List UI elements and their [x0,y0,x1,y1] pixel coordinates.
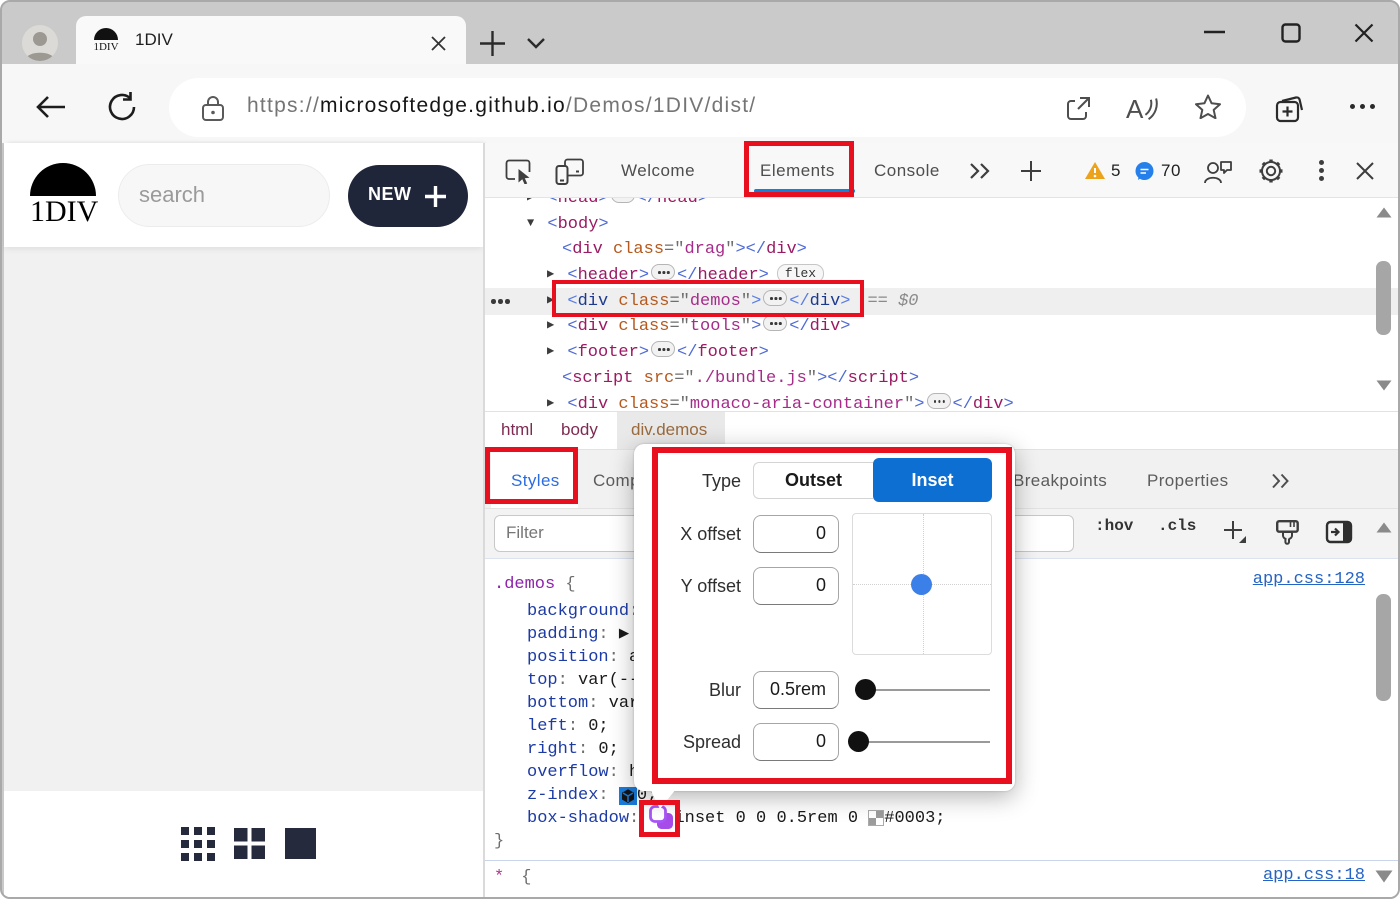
svg-text:1DIV: 1DIV [93,41,118,53]
svg-text:A: A [1126,94,1144,122]
